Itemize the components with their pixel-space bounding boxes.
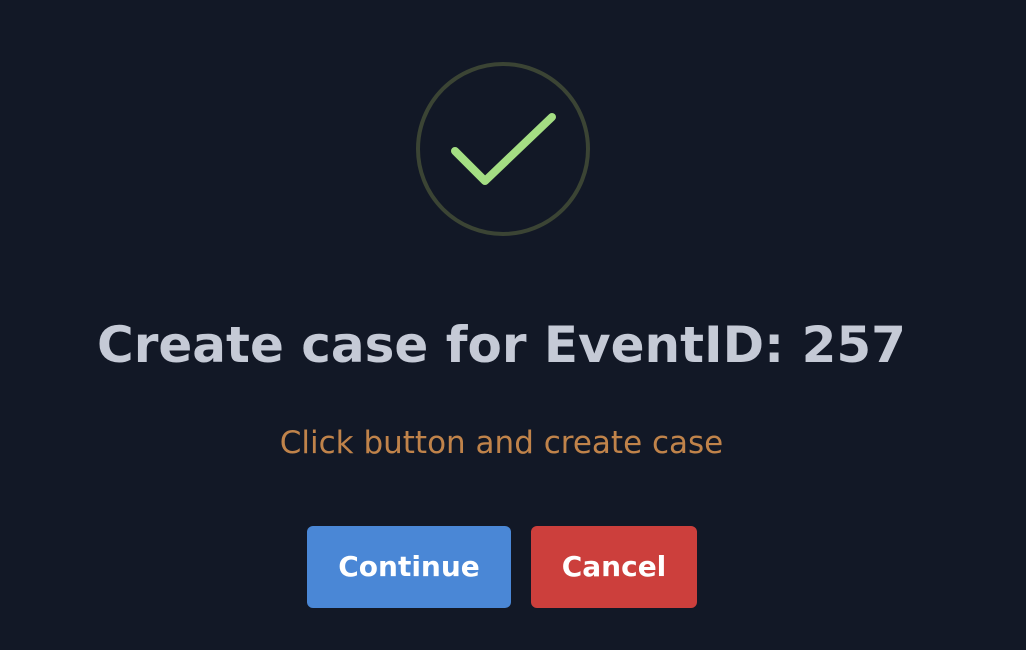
icon-ring: [416, 62, 590, 236]
checkmark-icon: [451, 113, 556, 185]
dialog-title: Create case for EventID: 257: [97, 316, 906, 374]
dialog-subtitle: Click button and create case: [279, 425, 724, 461]
check-circle-icon: [416, 62, 590, 236]
cancel-button[interactable]: Cancel: [531, 526, 697, 608]
create-case-dialog: Create case for EventID: 257 Click butto…: [0, 0, 1026, 650]
continue-button[interactable]: Continue: [307, 526, 511, 608]
